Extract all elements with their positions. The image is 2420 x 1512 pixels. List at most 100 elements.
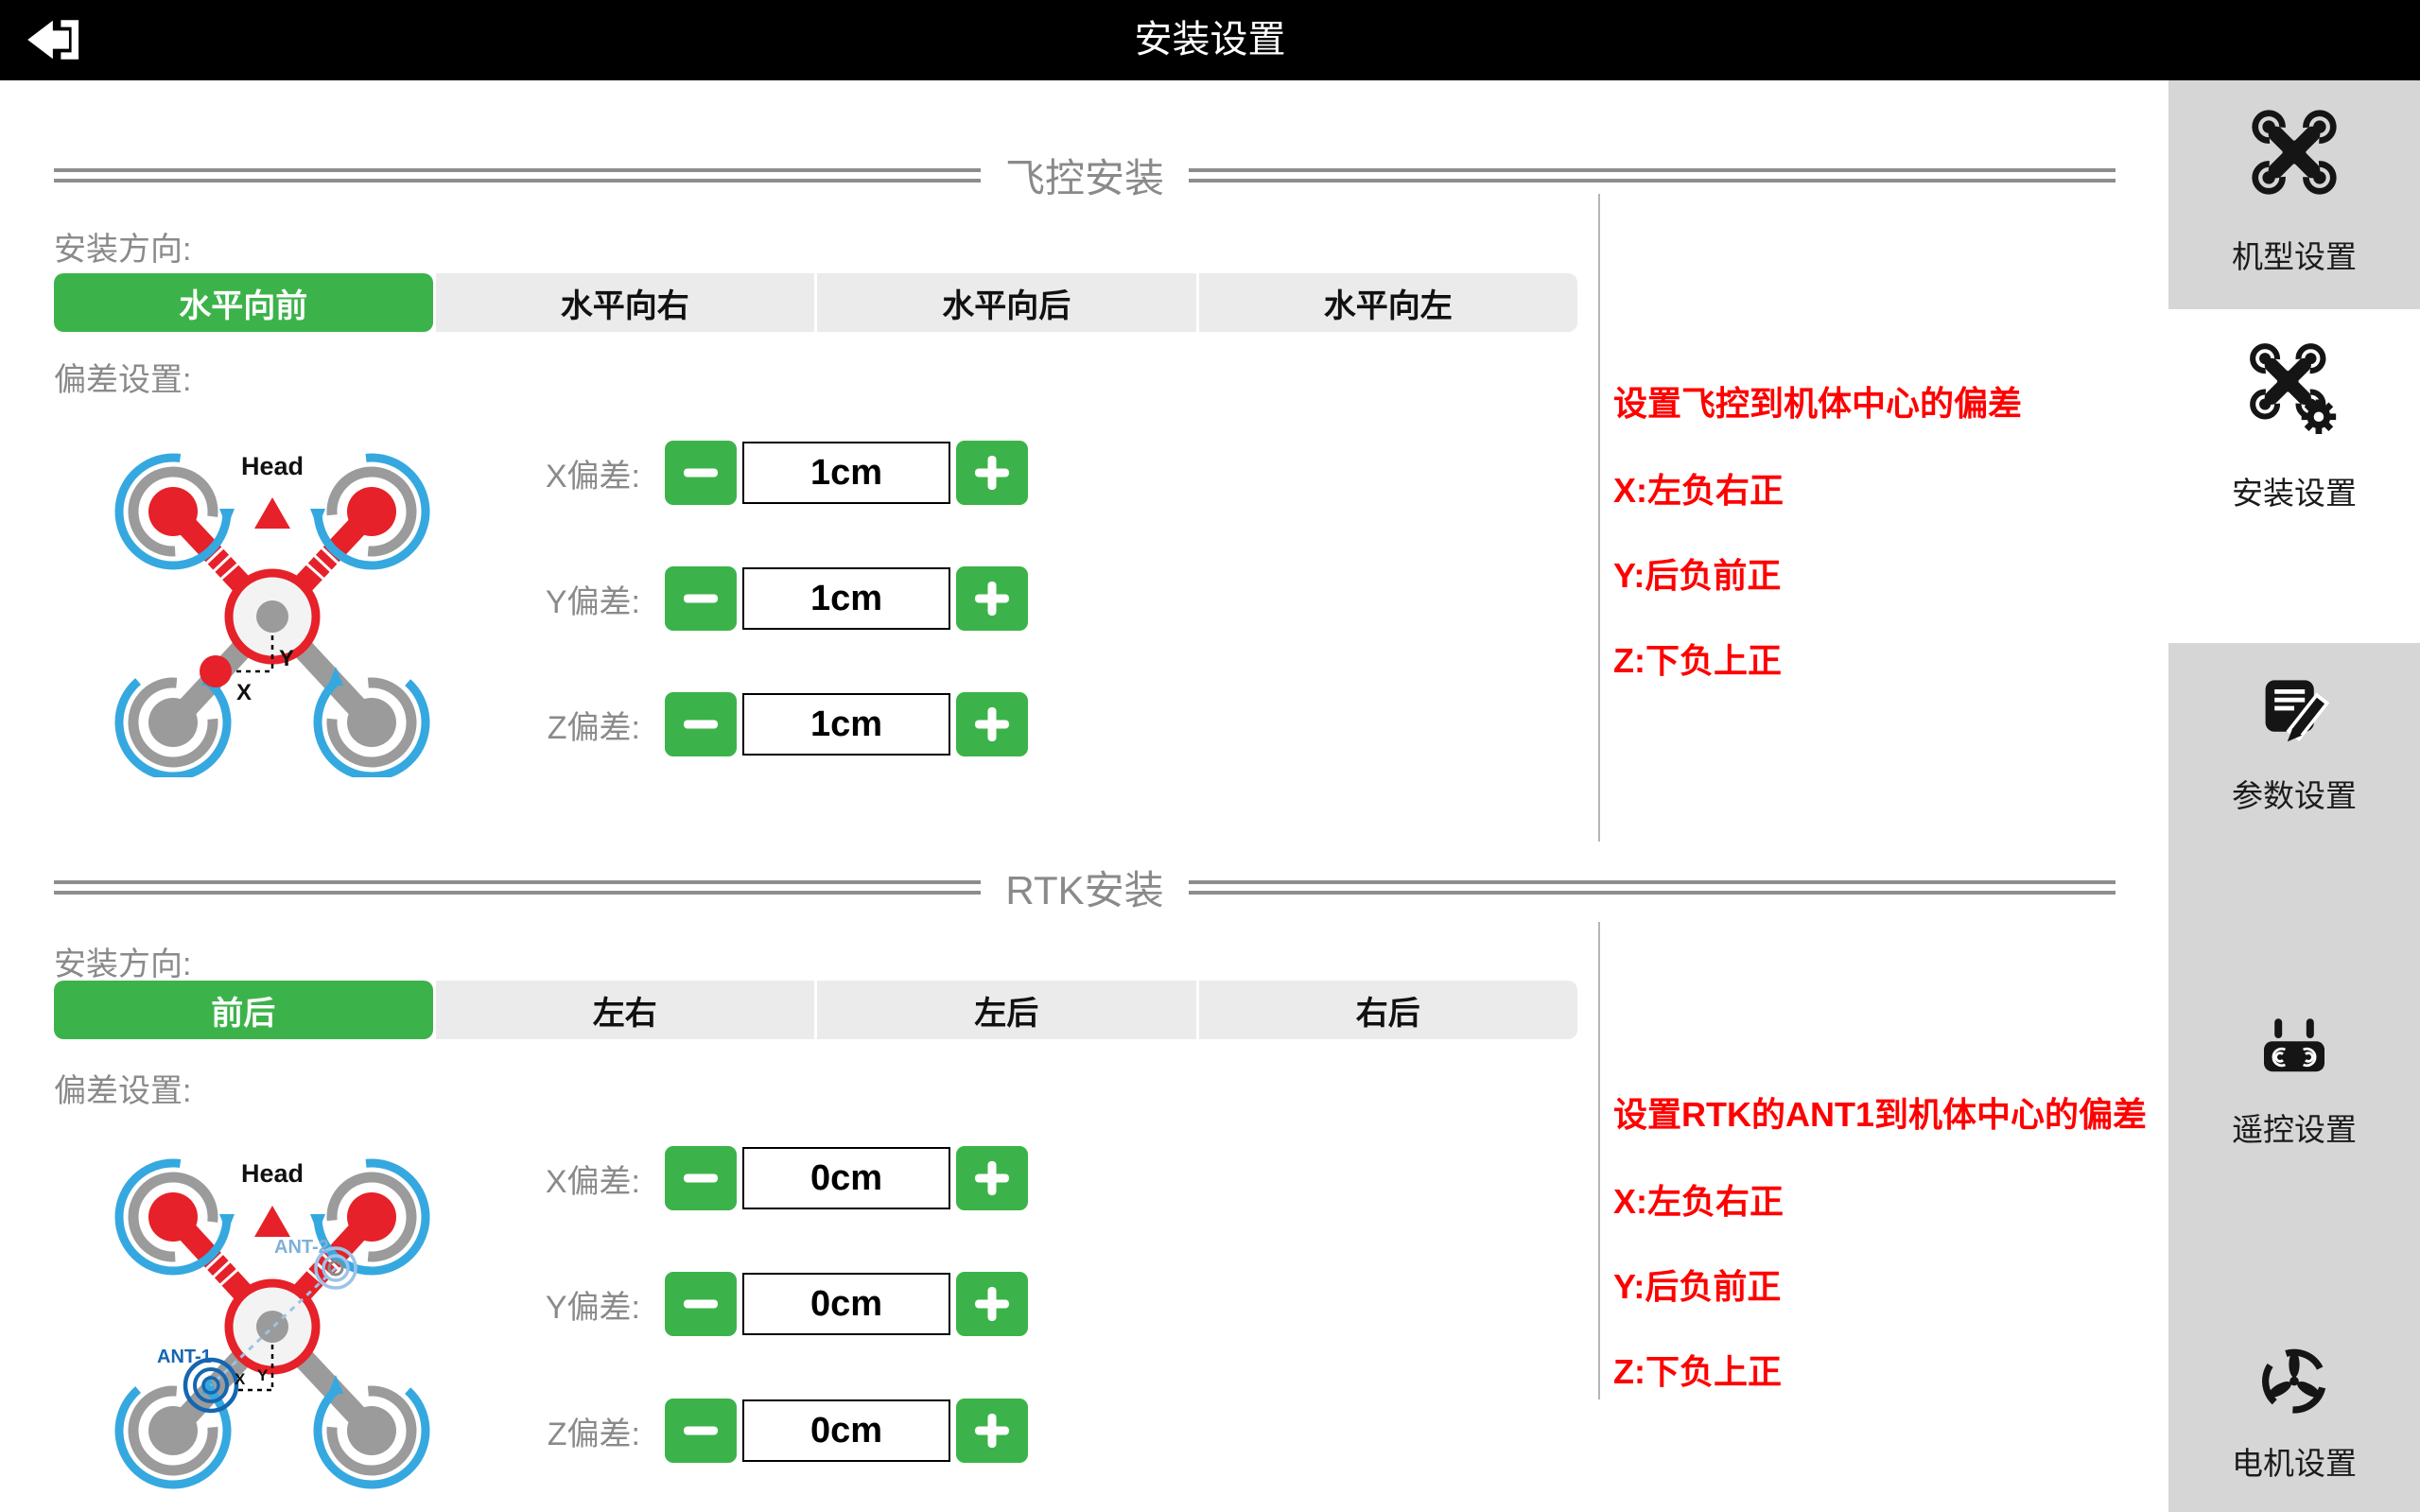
sidebar-item-label: 遥控设置 [2232,1104,2357,1150]
header-rule-right [1189,168,2115,182]
head-label: Head [241,1159,304,1188]
fc-z-offset-minus-button[interactable] [665,692,737,756]
rtk-y-offset-minus-button[interactable] [665,1272,737,1336]
minus-icon [684,469,718,478]
minus-icon [684,1300,718,1309]
sidebar-item-label: 安装设置 [2232,468,2357,513]
rtk-tab-left-right[interactable]: 左右 [433,981,815,1039]
minus-icon [684,1427,718,1435]
fc-x-offset-minus-button[interactable] [665,441,737,505]
fc-section-header: 飞控安装 [54,147,2115,204]
header-rule-left [54,168,981,182]
rtk-y-offset-plus-button[interactable] [956,1272,1028,1336]
sidebar-item-label: 参数设置 [2232,771,2357,816]
rtk-section-divider [1598,922,1600,1399]
gear-icon [2302,400,2336,434]
fc-tab-horizontal-right[interactable]: 水平向右 [433,273,815,332]
ant2-label: ANT-2 [274,1237,329,1258]
fc-direction-label: 安装方向: [54,223,191,269]
rtk-hint-line-1: 设置RTK的ANT1到机体中心的偏差 [1613,1087,2147,1137]
rtk-x-offset-plus-button[interactable] [956,1146,1028,1210]
rtk-hint-line-2: X:左负右正 [1613,1174,1784,1224]
fc-tab-horizontal-back[interactable]: 水平向后 [814,273,1196,332]
fc-offset-label: 偏差设置: [54,354,191,400]
rtk-tab-right-back[interactable]: 右后 [1196,981,1578,1039]
rtk-section-header: RTK安装 [54,859,2115,916]
fc-section-title: 飞控安装 [1005,147,1164,204]
sidebar-item-motor-settings[interactable]: 电机设置 [2168,1342,2420,1484]
rtk-drone-diagram: ANT-2 ANT-1 Y X Head [113,1133,454,1506]
rtk-z-offset-input[interactable] [742,1399,950,1462]
settings-sidebar: 机型设置 [2168,80,2420,1512]
sidebar-item-label: 电机设置 [2232,1438,2357,1484]
ant1-label: ANT-1 [157,1347,212,1367]
fc-x-offset-plus-button[interactable] [956,441,1028,505]
rtk-direction-tabs: 前后 左右 左后 右后 [54,981,1577,1039]
fc-x-offset-input[interactable] [742,442,950,504]
rtk-y-offset-label: Y偏差: [544,1281,640,1328]
fc-hint-line-1: 设置飞控到机体中心的偏差 [1613,376,2022,426]
fc-hint-line-4: Z:下负上正 [1613,634,1782,683]
axis-x-label: X [236,680,252,705]
rtk-tab-front-back[interactable]: 前后 [54,981,433,1039]
fc-z-offset-label: Z偏差: [544,702,640,748]
rtk-z-offset-minus-button[interactable] [665,1399,737,1463]
rtk-section-title: RTK安装 [1005,859,1163,916]
installation-settings-screen: 安装设置 飞控安装 安装方向: 水平向前 水平向右 水平向后 水平向左 偏差设置… [0,0,2420,1512]
fc-tab-horizontal-forward[interactable]: 水平向前 [54,273,433,332]
fc-direction-tabs: 水平向前 水平向右 水平向后 水平向左 [54,273,1577,332]
motor-propeller-icon [2256,1342,2332,1417]
rtk-x-offset-row: X偏差: [544,1146,1028,1210]
fc-z-offset-row: Z偏差: [544,692,1028,756]
fc-tab-horizontal-left[interactable]: 水平向左 [1196,273,1578,332]
sidebar-item-aircraft-settings[interactable]: 机型设置 [2168,107,2420,277]
rtk-hint-line-4: Z:下负上正 [1613,1345,1782,1394]
rtk-direction-label: 安装方向: [54,938,191,984]
rtk-y-offset-input[interactable] [742,1273,950,1335]
rtk-y-offset-row: Y偏差: [544,1272,1028,1336]
head-arrow-icon [254,1206,290,1237]
fc-hint-line-3: Y:后负前正 [1613,548,1781,598]
fc-hint-line-2: X:左负右正 [1613,463,1784,513]
fc-y-offset-row: Y偏差: [544,566,1028,631]
drone-icon [2249,107,2340,198]
topbar: 安装设置 [0,0,2420,80]
header-rule-right [1189,880,2115,895]
drone-gear-icon [2249,343,2340,434]
params-edit-icon [2256,674,2332,750]
rtk-x-offset-minus-button[interactable] [665,1146,737,1210]
sidebar-item-label: 机型设置 [2232,232,2357,277]
header-rule-left [54,880,981,895]
fc-x-offset-row: X偏差: [544,441,1028,505]
fc-y-offset-minus-button[interactable] [665,566,737,631]
rtk-z-offset-label: Z偏差: [544,1408,640,1454]
fc-y-offset-label: Y偏差: [544,576,640,622]
rtk-hint-line-3: Y:后负前正 [1613,1260,1781,1309]
axis-y-label: Y [279,646,294,671]
head-arrow-icon [254,497,290,529]
sidebar-item-remote-settings[interactable]: 遥控设置 [2168,1008,2420,1150]
head-label: Head [241,452,304,480]
rtk-tab-left-back[interactable]: 左后 [814,981,1196,1039]
axis-x-label: X [235,1370,246,1388]
rtk-offset-label: 偏差设置: [54,1065,191,1111]
fc-y-offset-plus-button[interactable] [956,566,1028,631]
rtk-x-offset-label: X偏差: [544,1156,640,1202]
fc-x-offset-label: X偏差: [544,450,640,496]
rtk-z-offset-plus-button[interactable] [956,1399,1028,1463]
minus-icon [684,721,718,729]
fc-offset-point [200,655,232,687]
rtk-z-offset-row: Z偏差: [544,1399,1028,1463]
sidebar-item-installation-settings[interactable]: 安装设置 [2168,343,2420,513]
minus-icon [684,595,718,603]
fc-z-offset-plus-button[interactable] [956,692,1028,756]
fc-z-offset-input[interactable] [742,693,950,756]
fc-y-offset-input[interactable] [742,567,950,630]
minus-icon [684,1174,718,1183]
page-title: 安装设置 [0,0,2420,80]
axis-y-label: Y [257,1366,269,1384]
remote-controller-icon [2256,1008,2332,1084]
rtk-x-offset-input[interactable] [742,1147,950,1209]
fc-section-divider [1598,194,1600,842]
sidebar-item-parameter-settings[interactable]: 参数设置 [2168,674,2420,816]
